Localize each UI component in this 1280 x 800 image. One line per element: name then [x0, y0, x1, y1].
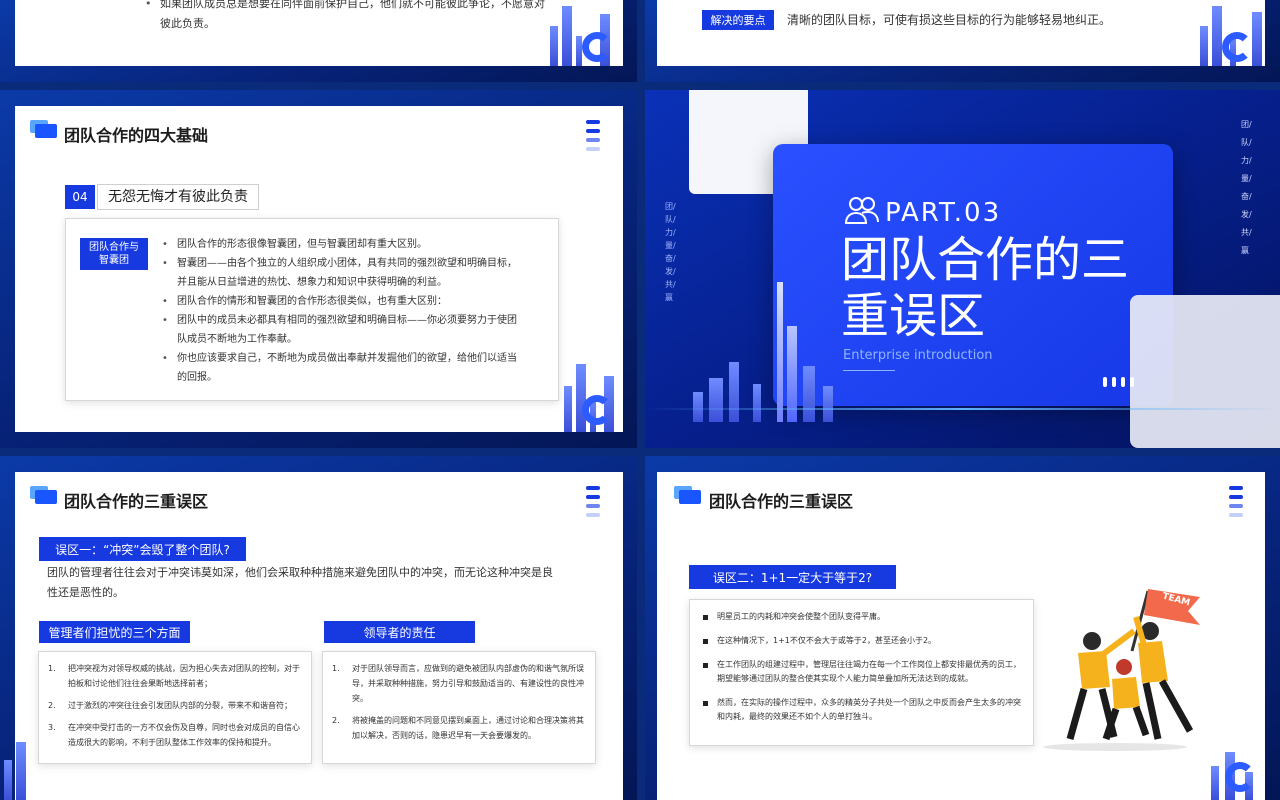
title-icon: [674, 486, 701, 504]
slide-thumbnail-bottom-right[interactable]: 团队合作的三重误区 误区二：1+1一定大于等于2? 明星员工的内耗和冲突会使整个…: [645, 456, 1280, 800]
slide-bullet: 如果团队成员总是想要在同伴面前保护自己，他们就不可能彼此争论，不愿意对彼此负责。: [145, 0, 545, 34]
dots-decoration: [586, 486, 600, 522]
team-illustration: TEAM: [1040, 571, 1220, 751]
ring-decoration: [1222, 32, 1252, 62]
leader-responsibility-tag: 领导者的责任: [324, 621, 475, 643]
slide-title: 团队合作的三重误区: [709, 492, 854, 511]
bullet-item: 团队中的成员未必都具有相同的强烈欲望和明确目标——你必须要努力于使团队成员不断地…: [162, 311, 522, 349]
section-subtitle: Enterprise introduction: [843, 348, 993, 363]
content-bullets: 团队合作的形态很像智囊团，但与智囊团却有重大区别。 智囊团——由各个独立的人组织…: [162, 235, 522, 387]
vertical-slogan-left: 团/队/力/量/奋/发/共/赢: [665, 202, 676, 302]
managers-concerns-tag: 管理者们担忧的三个方面: [39, 621, 190, 643]
myth-tag: 误区二：1+1一定大于等于2?: [689, 565, 896, 589]
pager-dots: [1103, 372, 1134, 391]
myth-text: 团队的管理者往往会对于冲突讳莫如深，他们会采取种种措施来避免团队中的冲突，而无论…: [47, 566, 553, 599]
bullet-item: 团队合作的形态很像智囊团，但与智囊团却有重大区别。: [162, 235, 522, 254]
dots-decoration: [1229, 486, 1243, 522]
list-item: 然而，在实际的操作过程中，众多的精英分子共处一个团队之中反而会产生太多的冲突和内…: [701, 696, 1023, 724]
section-title-line1: 团队合作的三: [841, 232, 1130, 288]
ring-decoration: [1225, 762, 1255, 792]
concerns-list: 1. 把冲突视为对领导权威的挑战，因为担心失去对团队的控制，对于拍板和讨论他们往往…: [48, 661, 304, 757]
list-item: 明星员工的内耗和冲突会使整个团队变得平庸。: [701, 610, 1023, 624]
myth-tag: 误区一：“冲突”会毁了整个团队?: [39, 537, 246, 561]
white-glass-panel: [1130, 295, 1280, 448]
section-number: 04: [65, 185, 95, 209]
list-item: 在工作团队的组建过程中，管理层往往竭力在每一个工作岗位上都安排最优秀的员工，期望…: [701, 658, 1023, 686]
bullet-item: 你也应该要求自己，不断地为成员做出奉献并发掘他们的欲望，给他们以适当的回报。: [162, 349, 522, 387]
bullet-item: 团队合作的情形和智囊团的合作形态很类似，也有重大区别：: [162, 292, 522, 311]
solution-tag: 解决的要点: [702, 10, 774, 30]
city-skyline-decoration: [0, 740, 40, 800]
dots-decoration: [586, 120, 600, 156]
slide-thumbnail-bottom-left[interactable]: 团队合作的三重误区 误区一：“冲突”会毁了整个团队? 团队的管理者往往会对于冲突…: [0, 456, 637, 800]
solution-text: 清晰的团队目标，可使有损这些目标的行为能够轻易地纠正。: [787, 13, 1112, 27]
myth-content-list: 明星员工的内耗和冲突会使整个团队变得平庸。 在这种情况下，1+1不仅不会大于或等…: [701, 610, 1023, 734]
list-item: 在这种情况下，1+1不仅不会大于或等于2，甚至还会小于2。: [701, 634, 1023, 648]
slide-thumbnail-mid-left[interactable]: 团队合作的四大基础 04 无怨无悔才有彼此负责 团队合作与智囊团 团队合作的形态…: [0, 90, 637, 448]
slide-thumbnail-top-left[interactable]: 如果团队成员总是想要在同伴面前保护自己，他们就不可能彼此争论，不愿意对彼此负责。: [0, 0, 637, 82]
title-icon: [30, 486, 57, 504]
list-item: 1. 把冲突视为对领导权威的挑战，因为担心失去对团队的控制，对于拍板和讨论他们往往…: [48, 664, 300, 688]
list-item: 1. 对于团队领导而言，应做到的避免被团队内部虚伪的和谐气氛所误导，并采取种种措施…: [332, 664, 584, 703]
people-icon: [844, 195, 879, 225]
list-item: 2. 过于激烈的冲突往往会引发团队内部的分裂，带来不和谐音符；: [48, 701, 292, 710]
slide-thumbnail-mid-right[interactable]: PART.03 团队合作的三 重误区 Enterprise introducti…: [645, 90, 1280, 448]
list-item: 2. 将被掩盖的问题和不同意见摆到桌面上，通过讨论和合理决策将其加以解决，否则的话…: [332, 716, 584, 740]
ring-decoration: [582, 395, 612, 425]
slide-thumbnail-top-right[interactable]: 解决的要点 清晰的团队目标，可使有损这些目标的行为能够轻易地纠正。: [645, 0, 1280, 82]
light-streak-decoration: [645, 408, 1280, 410]
part-label: PART.03: [885, 198, 1002, 228]
vertical-slogan-right: 团/队/力/量/奋/发/共/赢: [1241, 120, 1252, 255]
list-item: 3. 在冲突中受打击的一方不仅会伤及自尊，同时也会对成员的自信心造成很大的影响，不…: [48, 723, 300, 747]
title-icon: [30, 120, 57, 138]
section-heading: 无怨无悔才有彼此负责: [97, 184, 259, 210]
side-tag: 团队合作与智囊团: [80, 238, 148, 270]
city-skyline-decoration: [685, 282, 865, 422]
responsibility-list: 1. 对于团队领导而言，应做到的避免被团队内部虚伪的和谐气氛所误导，并采取种种措施…: [332, 661, 588, 750]
slide-title: 团队合作的三重误区: [64, 492, 209, 511]
bullet-item: 智囊团——由各个独立的人组织成小团体，具有共同的强烈欲望和明确目标，并且能从日益…: [162, 254, 522, 292]
slide-title: 团队合作的四大基础: [64, 126, 209, 145]
ring-decoration: [582, 32, 612, 62]
